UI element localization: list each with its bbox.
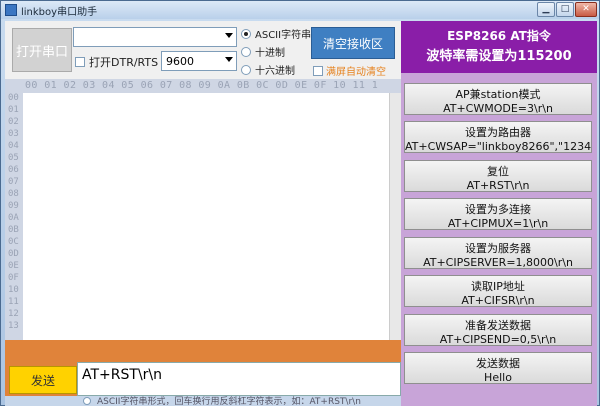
cmd-code: AT+CIPSEND=0,5\r\n bbox=[439, 333, 557, 346]
receive-text-area[interactable] bbox=[23, 93, 389, 340]
cmd-button-cwmode[interactable]: AP兼station模式 AT+CWMODE=3\r\n bbox=[404, 83, 592, 115]
dtr-rts-checkbox[interactable] bbox=[75, 57, 85, 67]
cmd-title: 发送数据 bbox=[476, 357, 520, 370]
cmd-button-cipserver[interactable]: 设置为服务器 AT+CIPSERVER=1,8000\r\n bbox=[404, 237, 592, 269]
close-button[interactable]: ✕ bbox=[575, 2, 597, 17]
chevron-down-icon bbox=[225, 57, 233, 62]
cmd-title: 设置为路由器 bbox=[465, 126, 531, 139]
radio-hex-label: 十六进制 bbox=[255, 66, 295, 77]
row-label: 0A bbox=[8, 213, 19, 223]
serial-settings-bar: 打开串口 打开DTR/RTS 9600 ASCII字符串 十进制 十六进制 清空… bbox=[5, 21, 401, 79]
cmd-code: AT+CWMODE=3\r\n bbox=[443, 102, 553, 115]
row-label: 05 bbox=[8, 153, 19, 163]
cmd-button-cipsend[interactable]: 准备发送数据 AT+CIPSEND=0,5\r\n bbox=[404, 314, 592, 346]
auto-clear-label: 满屏自动清空 bbox=[326, 67, 386, 78]
cmd-button-cwsap[interactable]: 设置为路由器 AT+CWSAP="linkboy8266","1234 bbox=[404, 121, 592, 153]
hex-column-labels: 00 01 02 03 04 05 06 07 08 09 0A 0B 0C 0… bbox=[25, 80, 379, 91]
row-label: 10 bbox=[8, 285, 19, 295]
panel-header-subtitle: 波特率需设置为115200 bbox=[426, 49, 572, 64]
cmd-code: AT+RST\r\n bbox=[466, 179, 530, 192]
port-select[interactable] bbox=[73, 27, 237, 47]
auto-clear-checkbox[interactable] bbox=[313, 66, 323, 76]
cmd-code: AT+CIPSERVER=1,8000\r\n bbox=[423, 256, 573, 269]
cmd-button-send-data[interactable]: 发送数据 Hello bbox=[404, 352, 592, 384]
row-label: 08 bbox=[8, 189, 19, 199]
row-label: 06 bbox=[8, 165, 19, 175]
cmd-title: 读取IP地址 bbox=[471, 280, 525, 293]
chevron-down-icon bbox=[225, 33, 233, 38]
row-label: 11 bbox=[8, 297, 19, 307]
cmd-title: 设置为服务器 bbox=[465, 242, 531, 255]
row-label: 01 bbox=[8, 105, 19, 115]
row-label: 0F bbox=[8, 273, 19, 283]
cmd-title: AP兼station模式 bbox=[455, 88, 541, 101]
cmd-title: 准备发送数据 bbox=[465, 319, 531, 332]
send-input[interactable]: AT+RST\r\n bbox=[77, 362, 401, 396]
dtr-rts-label: 打开DTR/RTS bbox=[89, 56, 159, 69]
row-label: 12 bbox=[8, 309, 19, 319]
minimize-icon: ▁ bbox=[542, 4, 550, 14]
title-bar: linkboy串口助手 ▁ □ ✕ bbox=[1, 1, 599, 19]
row-label: 00 bbox=[8, 93, 19, 103]
row-label: 0E bbox=[8, 261, 19, 271]
cmd-button-rst[interactable]: 复位 AT+RST\r\n bbox=[404, 160, 592, 192]
hex-row-gutter: 00 01 02 03 04 05 06 07 08 09 0A 0B 0C 0… bbox=[5, 93, 23, 340]
cmd-code: AT+CWSAP="linkboy8266","1234 bbox=[405, 140, 592, 153]
radio-ascii-label: ASCII字符串 bbox=[255, 30, 312, 41]
app-window: linkboy串口助手 ▁ □ ✕ 打开串口 打开DTR/RTS 9600 AS… bbox=[0, 0, 600, 406]
baud-rate-select[interactable]: 9600 bbox=[161, 51, 237, 71]
close-icon: ✕ bbox=[582, 4, 590, 14]
cmd-code: Hello bbox=[484, 371, 512, 384]
hex-column-header: 00 01 02 03 04 05 06 07 08 09 0A 0B 0C 0… bbox=[5, 79, 401, 93]
radio-decimal-label: 十进制 bbox=[255, 48, 285, 59]
send-button[interactable]: 发送 bbox=[9, 366, 77, 394]
radio-hex[interactable] bbox=[241, 65, 251, 75]
cmd-button-cifsr[interactable]: 读取IP地址 AT+CIFSR\r\n bbox=[404, 275, 592, 307]
app-icon bbox=[5, 4, 17, 16]
maximize-icon: □ bbox=[560, 4, 570, 14]
row-label: 09 bbox=[8, 201, 19, 211]
baud-rate-value: 9600 bbox=[166, 55, 194, 68]
row-label: 07 bbox=[8, 177, 19, 187]
minimize-button[interactable]: ▁ bbox=[537, 2, 555, 17]
row-label: 0D bbox=[8, 249, 19, 259]
cmd-title: 设置为多连接 bbox=[465, 203, 531, 216]
row-label: 0C bbox=[8, 237, 19, 247]
radio-decimal[interactable] bbox=[241, 47, 251, 57]
send-mode-strip: ASCII字符串形式，回车换行用反斜杠字符表示，如：AT+RST\r\n bbox=[5, 396, 401, 406]
cmd-code: AT+CIFSR\r\n bbox=[461, 294, 535, 307]
send-mode-note: ASCII字符串形式，回车换行用反斜杠字符表示，如：AT+RST\r\n bbox=[97, 397, 361, 406]
panel-header: ESP8266 AT指令 波特率需设置为115200 bbox=[401, 21, 597, 73]
send-toolbar-strip bbox=[5, 340, 401, 362]
row-label: 02 bbox=[8, 117, 19, 127]
maximize-button[interactable]: □ bbox=[556, 2, 574, 17]
send-mode-radio[interactable] bbox=[83, 397, 91, 405]
window-title: linkboy串口助手 bbox=[21, 7, 98, 18]
clear-receive-button[interactable]: 清空接收区 bbox=[311, 27, 395, 59]
open-port-button[interactable]: 打开串口 bbox=[12, 28, 72, 72]
row-label: 04 bbox=[8, 141, 19, 151]
at-command-panel: ESP8266 AT指令 波特率需设置为115200 AP兼station模式 … bbox=[401, 21, 597, 406]
panel-header-title: ESP8266 AT指令 bbox=[447, 29, 551, 43]
receive-scrollbar[interactable] bbox=[389, 93, 401, 340]
send-row: 发送 AT+RST\r\n bbox=[5, 362, 401, 396]
cmd-code: AT+CIPMUX=1\r\n bbox=[447, 217, 549, 230]
row-label: 0B bbox=[8, 225, 19, 235]
row-label: 03 bbox=[8, 129, 19, 139]
cmd-title: 复位 bbox=[487, 165, 509, 178]
cmd-button-cipmux[interactable]: 设置为多连接 AT+CIPMUX=1\r\n bbox=[404, 198, 592, 230]
radio-ascii[interactable] bbox=[241, 29, 251, 39]
row-label: 13 bbox=[8, 321, 19, 331]
